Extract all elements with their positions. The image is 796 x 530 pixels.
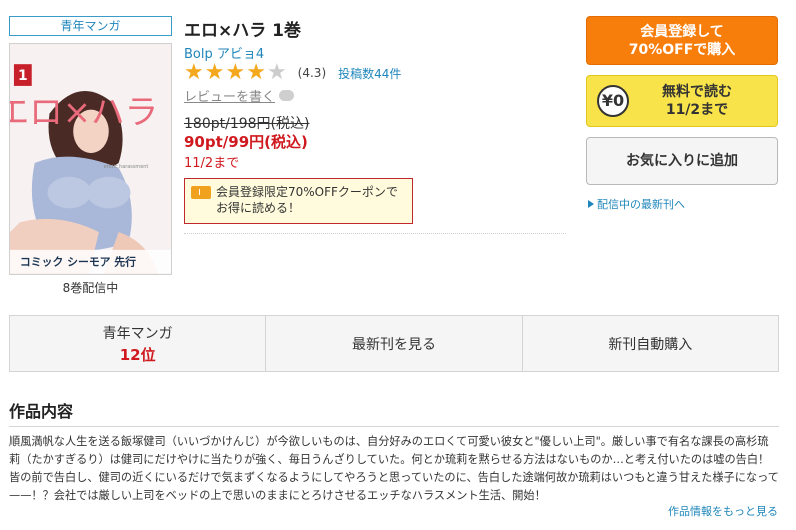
section-title: 作品内容 xyxy=(9,402,74,421)
coupon-line2: お得に読める！ xyxy=(216,201,301,215)
star-rating: ★ ★ ★ ★ ★ xyxy=(184,60,288,85)
cover-image[interactable]: エロ×ハラ 1 erotic harassment コミック シーモア 先行 xyxy=(9,43,172,275)
add-favorite-button[interactable]: お気に入りに追加 xyxy=(586,137,778,185)
speech-bubble-icon xyxy=(279,90,295,101)
tab-genre-ranking[interactable]: 青年マンガ 12位 xyxy=(10,316,267,371)
member-purchase-button[interactable]: 会員登録して 70%OFFで購入 xyxy=(586,16,778,65)
tab-auto-buy[interactable]: 新刊自動購入 xyxy=(523,316,778,371)
cover-small-text: erotic harassment xyxy=(104,164,149,170)
star-icon: ★ xyxy=(246,60,266,85)
divider xyxy=(184,233,566,234)
latest-link-label: 配信中の最新刊へ xyxy=(597,198,685,211)
cover-volume-mark: 1 xyxy=(18,68,28,84)
original-price: 180pt/198円(税込) xyxy=(184,116,310,132)
star-icon: ★ xyxy=(225,60,246,85)
coupon-line1: 会員登録限定70%OFFクーポンで xyxy=(216,185,398,199)
tab-genre-label: 青年マンガ xyxy=(102,325,173,342)
coupon-banner[interactable]: 会員登録限定70%OFFクーポンで お得に読める！ xyxy=(184,178,413,224)
member-button-line2: 70%OFFで購入 xyxy=(628,42,736,58)
tab-latest-volume[interactable]: 最新刊を見る xyxy=(266,316,523,371)
section-divider xyxy=(9,426,779,427)
book-title: エロ×ハラ 1巻 xyxy=(184,21,301,41)
cover-publisher-logo: コミック シーモア 先行 xyxy=(20,255,136,269)
coupon-ticket-icon xyxy=(191,186,211,199)
star-icon: ★ xyxy=(184,60,204,85)
more-info-label: 作品情報をもっと見る xyxy=(668,505,778,518)
cover-illustration: エロ×ハラ 1 erotic harassment コミック シーモア 先行 xyxy=(10,44,171,274)
description-text: 順風満帆な人生を送る飯塚健司（いいづかけんじ）が今欲しいものは、自分好みのエロく… xyxy=(9,435,779,502)
star-empty-icon: ★ xyxy=(266,60,287,85)
latest-volume-link[interactable]: 配信中の最新刊へ xyxy=(588,196,685,212)
genre-rank: 12位 xyxy=(119,345,156,364)
volume-count: 8巻配信中 xyxy=(62,281,119,295)
tab-latest-label: 最新刊を見る xyxy=(351,336,436,353)
free-button-line1: 無料で読む xyxy=(662,84,732,100)
write-review-label: レビューを書く xyxy=(184,90,276,105)
cover-title-art: エロ×ハラ xyxy=(10,92,158,131)
free-read-button[interactable]: ¥0 無料で読む 11/2まで xyxy=(586,75,778,127)
tab-auto-buy-label: 新刊自動購入 xyxy=(608,336,693,353)
rating-row: ★ ★ ★ ★ ★ (4.3) 投稿数44件 xyxy=(184,60,401,85)
action-tabs: 青年マンガ 12位 最新刊を見る 新刊自動購入 xyxy=(9,315,779,372)
yen-zero-icon: ¥0 xyxy=(597,85,629,117)
write-review-link[interactable]: レビューを書く xyxy=(184,86,295,105)
arrow-right-icon xyxy=(588,200,594,208)
more-info-link[interactable]: 作品情報をもっと見る xyxy=(660,503,778,519)
member-button-line1: 会員登録して xyxy=(640,24,724,40)
sale-price: 90pt/99円(税込) xyxy=(184,133,308,151)
rating-value: (4.3) xyxy=(297,66,327,80)
free-button-line2: 11/2まで xyxy=(665,102,729,118)
review-count-link[interactable]: 投稿数44件 xyxy=(338,65,401,82)
sale-until: 11/2まで xyxy=(184,156,240,171)
genre-badge[interactable]: 青年マンガ xyxy=(9,16,172,36)
star-icon: ★ xyxy=(204,60,225,85)
